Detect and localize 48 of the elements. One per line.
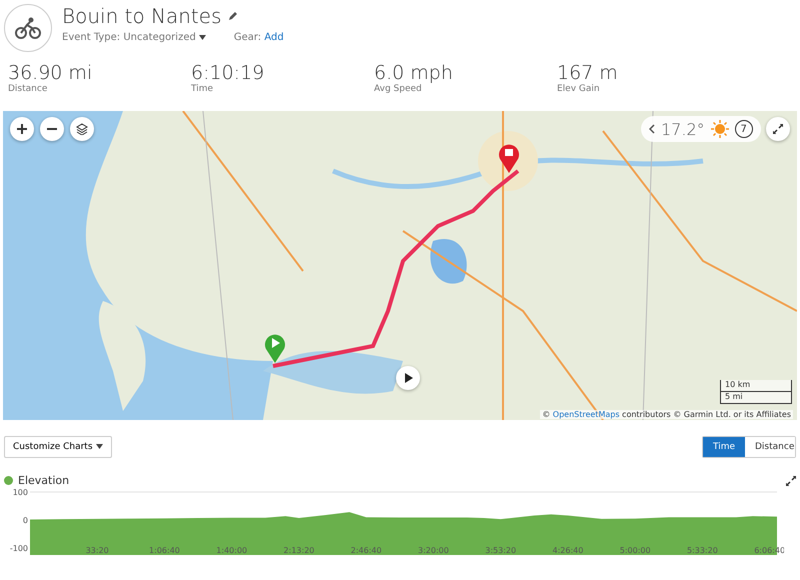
expand-icon <box>773 124 783 134</box>
pencil-icon[interactable] <box>228 11 238 21</box>
cyclist-icon <box>4 4 52 52</box>
y-tick-label: -100 <box>10 544 28 553</box>
play-icon <box>403 373 413 383</box>
scale-bar: 5 mi <box>720 392 792 404</box>
plus-icon <box>17 124 27 134</box>
customize-charts-button[interactable]: Customize Charts <box>4 436 112 458</box>
add-gear-link[interactable]: Add <box>264 32 284 43</box>
view-tab[interactable]: Time <box>703 437 745 457</box>
start-marker-icon <box>264 333 286 363</box>
layers-icon <box>76 123 88 135</box>
event-type-label[interactable]: Event Type: Uncategorized <box>62 32 196 43</box>
wind-speed: 7 <box>734 120 753 138</box>
stat-label: Distance <box>8 84 48 94</box>
expand-icon[interactable] <box>786 476 796 486</box>
stat-value: 6.0 mph <box>374 62 454 84</box>
x-tick-label: 5:00:00 <box>620 546 651 555</box>
end-marker-icon <box>498 143 520 173</box>
chart-title: Elevation <box>18 474 70 487</box>
x-tick-label: 3:20:00 <box>418 546 449 555</box>
x-tick-label: 2:13:20 <box>284 546 314 555</box>
y-tick-label: 0 <box>22 516 28 525</box>
map-attribution: © OpenStreetMaps contributors © Garmin Ltd. or its Affiliates <box>540 410 793 419</box>
caret-icon <box>198 35 206 40</box>
stat-label: Elev Gain <box>557 84 601 94</box>
x-tick-label: 2:46:40 <box>350 546 382 555</box>
activity-title: Bouin to Nantes <box>62 4 222 28</box>
temperature: 17.2° <box>661 120 705 138</box>
x-tick-label: 33:20 <box>86 546 109 555</box>
scale-bar: 10 km <box>720 380 792 392</box>
x-tick-label: 3:53:20 <box>485 546 516 555</box>
legend-dot <box>4 476 13 485</box>
x-tick-label: 5:33:20 <box>686 546 718 555</box>
stat-label: Avg Speed <box>374 84 423 94</box>
sun-icon <box>710 120 729 138</box>
stat-value: 6:10:19 <box>191 62 266 84</box>
stat-value: 167 m <box>557 62 619 84</box>
caret-icon <box>96 444 103 449</box>
stat-value: 36.90 mi <box>8 62 94 84</box>
stat-label: Time <box>191 84 214 94</box>
y-tick-label: 100 <box>12 488 28 497</box>
gear-label: Gear: Add <box>234 32 284 43</box>
chevron-left-icon[interactable] <box>649 124 655 134</box>
x-tick-label: 4:26:40 <box>552 546 584 555</box>
x-tick-label: 1:40:00 <box>216 546 248 555</box>
openstreetmap-link[interactable]: OpenStreetMaps <box>552 410 620 419</box>
x-tick-label: 1:06:40 <box>149 546 180 555</box>
